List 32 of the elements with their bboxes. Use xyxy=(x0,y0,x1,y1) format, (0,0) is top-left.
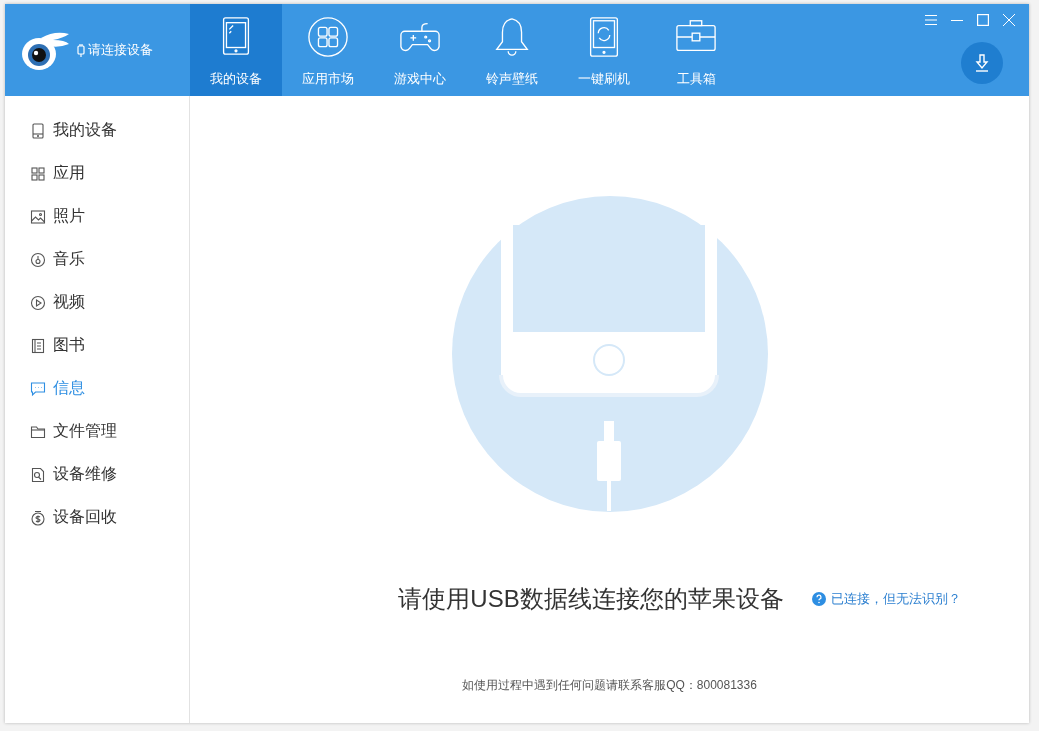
sidebar-item[interactable]: 图书 xyxy=(5,324,189,367)
sidebar-item[interactable]: 设备回收 xyxy=(5,496,189,539)
money-bag-icon xyxy=(30,509,46,526)
music-icon xyxy=(30,251,46,268)
download-button[interactable] xyxy=(961,42,1003,84)
maximize-icon[interactable] xyxy=(977,14,989,26)
connect-instruction: 请使用USB数据线连接您的苹果设备 xyxy=(398,584,784,614)
sidebar-item[interactable]: 应用 xyxy=(5,152,189,195)
grid-icon xyxy=(30,165,46,182)
cable-plug-icon xyxy=(77,43,85,57)
app-grid-icon xyxy=(307,16,349,58)
sidebar-item[interactable]: 我的设备 xyxy=(5,109,189,152)
help-icon xyxy=(811,592,826,606)
chat-icon xyxy=(30,380,46,397)
sidebar-item[interactable]: 音乐 xyxy=(5,238,189,281)
book-icon xyxy=(30,337,46,354)
folder-icon xyxy=(30,423,46,440)
support-contact: 如使用过程中遇到任何问题请联系客服QQ：800081336 xyxy=(462,677,757,694)
sidebar-item[interactable]: 视频 xyxy=(5,281,189,324)
sidebar-item[interactable]: 信息 xyxy=(5,367,189,410)
sidebar-item[interactable]: 文件管理 xyxy=(5,410,189,453)
image-icon xyxy=(30,208,46,225)
help-link[interactable]: 已连接，但无法识别？ xyxy=(811,590,961,608)
nav-tab[interactable]: 我的设备 xyxy=(190,4,282,96)
sidebar-item[interactable]: 照片 xyxy=(5,195,189,238)
phone-icon xyxy=(30,122,46,139)
sidebar-item[interactable]: 设备维修 xyxy=(5,453,189,496)
connection-status: 请连接设备 xyxy=(88,41,153,59)
menu-icon[interactable] xyxy=(925,14,937,26)
close-icon[interactable] xyxy=(1003,14,1015,26)
document-search-icon xyxy=(30,466,46,483)
play-icon xyxy=(30,294,46,311)
